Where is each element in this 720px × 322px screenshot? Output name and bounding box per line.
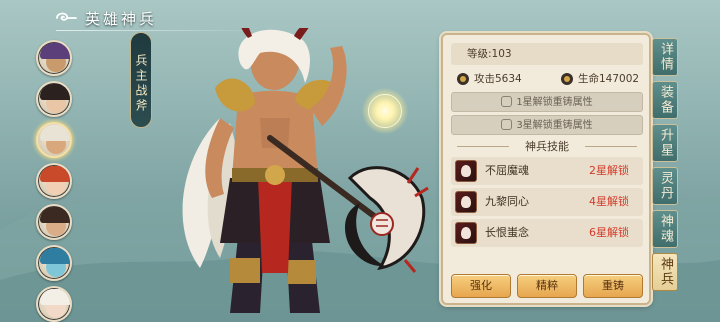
tab-star-up[interactable]: 升星 [652,124,678,162]
skill-unlock-text: 4星解锁 [589,195,629,208]
hero-avatar[interactable] [36,245,72,281]
skill-name: 不屈魔魂 [485,164,529,177]
skill-row[interactable]: 九黎同心 4星解锁 [451,188,643,216]
hero-avatar[interactable] [36,286,72,322]
tab-elixir[interactable]: 灵丹 [652,167,678,205]
skills-header: 神兵技能 [451,138,643,154]
hero-avatar[interactable] [36,163,72,199]
hero-illustration [182,28,429,313]
level-label: 等级: [467,48,492,60]
hero-avatar[interactable] [36,122,72,158]
avatar-hair [40,289,70,305]
hero-avatar[interactable] [36,40,72,76]
page-title: 英雄神兵 [85,9,158,28]
tab-equipment[interactable]: 装备 [652,81,678,119]
swirl-icon [56,12,77,21]
hero-avatar[interactable] [36,81,72,117]
avatar-hair [40,84,70,100]
skill-icon [455,191,477,213]
stats-row: 攻击 5634 生命 147002 [457,71,649,87]
recast-lock-1-text: 1星解锁重铸属性 [516,97,593,108]
tab-details[interactable]: 详情 [652,38,678,76]
refine-button[interactable]: 精粹 [517,274,577,298]
avatar-hair [40,248,70,264]
skill-row[interactable]: 不屈魔魂 2星解锁 [451,157,643,185]
recast-lock-1: 1星解锁重铸属性 [451,92,643,112]
attack-stat: 攻击 5634 [457,71,522,86]
lock-icon [501,96,513,107]
tab-soul[interactable]: 神魂 [652,210,678,248]
right-tab-bar: 详情 装备 升星 灵丹 神魂 神兵 [652,38,680,296]
skill-unlock-text: 6星解锁 [589,226,629,239]
hp-icon [561,72,573,85]
hp-stat: 生命 147002 [561,71,639,86]
weapon-name-tag: 兵主战斧 [130,32,152,128]
hero-list [36,40,76,322]
recast-button[interactable]: 重铸 [583,274,643,298]
recast-lock-2-text: 3星解锁重铸属性 [516,120,593,131]
lock-icon [501,119,513,130]
orb-ring [368,94,402,128]
level-value: 103 [491,48,512,60]
skill-row[interactable]: 长恨蚩念 6星解锁 [451,219,643,247]
title-bar: 英雄神兵 [55,6,157,30]
skill-name: 九黎同心 [485,195,529,208]
attack-label: 攻击 [474,73,495,85]
hero-avatar[interactable] [36,204,72,240]
skill-icon [455,160,477,182]
strengthen-button[interactable]: 强化 [451,274,511,298]
attack-value: 5634 [495,72,522,85]
avatar-hair [40,43,70,59]
avatar-hair [40,125,70,141]
avatar-hair [40,207,70,223]
hp-label: 生命 [578,73,599,85]
avatar-hair [40,166,70,182]
skill-name: 长恨蚩念 [485,226,529,239]
attack-icon [457,72,469,85]
hp-value: 147002 [599,72,640,85]
tab-divine-weapon[interactable]: 神兵 [652,253,678,291]
weapon-info-panel: 等级:103 攻击 5634 生命 147002 1星解锁重铸属性 3星解锁重铸… [441,33,651,305]
skill-icon [455,222,477,244]
skill-unlock-text: 2星解锁 [589,164,629,177]
recast-lock-2: 3星解锁重铸属性 [451,115,643,135]
level-row: 等级:103 [451,43,643,65]
